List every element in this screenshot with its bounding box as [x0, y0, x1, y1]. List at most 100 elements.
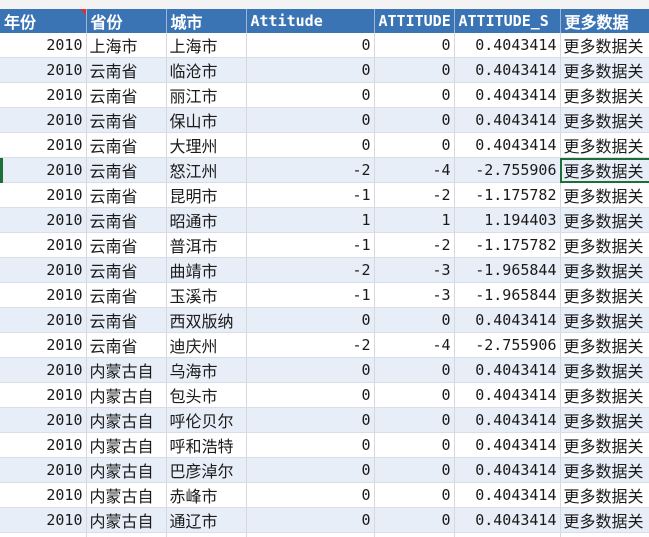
cell-more-data[interactable]: 更多数据关: [560, 382, 649, 408]
cell-attitude-upper[interactable]: 0: [374, 507, 455, 533]
cell-attitude-s[interactable]: -1.175782: [454, 182, 561, 208]
cell-province[interactable]: 上海市: [86, 33, 167, 58]
cell-city[interactable]: 通辽市: [166, 507, 247, 533]
cell-attitude[interactable]: 0: [246, 357, 375, 383]
cell-province[interactable]: 内蒙古自: [86, 357, 167, 383]
cell-city[interactable]: 迪庆州: [166, 332, 247, 358]
cell-attitude[interactable]: 0: [246, 407, 375, 433]
cell-more-data[interactable]: 更多数据关: [560, 332, 649, 358]
table-row[interactable]: 2010 内蒙古自 巴彦淖尔 0 0 0.4043414 更多数据关: [0, 457, 649, 483]
table-row[interactable]: 2010 云南省 西双版纳 0 0 0.4043414 更多数据关: [0, 307, 649, 333]
column-header-province[interactable]: 省份: [86, 9, 167, 33]
cell-attitude-s[interactable]: 0.4043414: [454, 107, 561, 133]
cell-year[interactable]: 2010: [0, 282, 87, 308]
cell-province[interactable]: 云南省: [86, 232, 167, 258]
cell-attitude[interactable]: 1: [246, 207, 375, 233]
table-row[interactable]: 2010 云南省 迪庆州 -2 -4 -2.755906 更多数据关: [0, 332, 649, 358]
cell-attitude[interactable]: -1: [246, 232, 375, 258]
cell-year[interactable]: 2010: [0, 82, 87, 108]
column-header-more-data[interactable]: 更多数据: [560, 9, 649, 33]
cell-city[interactable]: 大理州: [166, 132, 247, 158]
cell-attitude-upper[interactable]: 0: [374, 357, 455, 383]
cell-province[interactable]: 云南省: [86, 282, 167, 308]
cell-more-data[interactable]: 更多数据关: [560, 482, 649, 508]
cell-province[interactable]: 云南省: [86, 132, 167, 158]
cell-city[interactable]: 赤峰市: [166, 482, 247, 508]
cell-more-data[interactable]: 更多数据关: [560, 257, 649, 283]
table-row[interactable]: 2010 上海市 上海市 0 0 0.4043414 更多数据关: [0, 33, 649, 58]
cell-attitude-upper[interactable]: 0: [374, 57, 455, 83]
cell-attitude-s[interactable]: 0.4043414: [454, 457, 561, 483]
cell-city[interactable]: 怒江州: [166, 157, 247, 183]
cell-province[interactable]: 内蒙古自: [86, 507, 167, 533]
cell-year[interactable]: 2010: [0, 33, 87, 58]
cell-attitude-upper[interactable]: 1: [374, 207, 455, 233]
cell-attitude-upper[interactable]: -4: [374, 157, 455, 183]
column-header-year[interactable]: 年份: [0, 9, 87, 33]
cell-attitude-s[interactable]: 0.4043414: [454, 82, 561, 108]
cell-attitude-s[interactable]: 0.4043414: [454, 307, 561, 333]
cell-province[interactable]: 内蒙古自: [86, 407, 167, 433]
cell-attitude-upper[interactable]: 0: [374, 33, 455, 58]
cell-attitude-s[interactable]: 0.4043414: [454, 33, 561, 58]
cell-province[interactable]: 云南省: [86, 157, 167, 183]
cell-attitude[interactable]: -1: [246, 182, 375, 208]
cell-city[interactable]: 鄂尔多斯: [166, 532, 247, 537]
table-row[interactable]: 2010 云南省 曲靖市 -2 -3 -1.965844 更多数据关: [0, 257, 649, 283]
cell-attitude[interactable]: 0: [246, 482, 375, 508]
cell-city[interactable]: 丽江市: [166, 82, 247, 108]
cell-attitude-s[interactable]: -1.175782: [454, 232, 561, 258]
cell-attitude-upper[interactable]: -3: [374, 257, 455, 283]
cell-year[interactable]: 2010: [0, 457, 87, 483]
cell-year[interactable]: 2010: [0, 432, 87, 458]
cell-attitude[interactable]: 0: [246, 307, 375, 333]
cell-province[interactable]: 云南省: [86, 332, 167, 358]
cell-more-data[interactable]: 更多数据关: [560, 132, 649, 158]
cell-attitude[interactable]: 0: [246, 507, 375, 533]
cell-province[interactable]: 内蒙古自: [86, 382, 167, 408]
cell-attitude[interactable]: -1: [246, 282, 375, 308]
cell-year[interactable]: 2010: [0, 132, 87, 158]
table-row[interactable]: 2010 云南省 普洱市 -1 -2 -1.175782 更多数据关: [0, 232, 649, 258]
cell-city[interactable]: 玉溪市: [166, 282, 247, 308]
table-row[interactable]: 2010 云南省 昆明市 -1 -2 -1.175782 更多数据关: [0, 182, 649, 208]
cell-attitude-s[interactable]: 0.4043414: [454, 532, 561, 537]
cell-city[interactable]: 普洱市: [166, 232, 247, 258]
cell-more-data[interactable]: 更多数据关: [560, 57, 649, 83]
cell-attitude[interactable]: -2: [246, 332, 375, 358]
cell-attitude-s[interactable]: 0.4043414: [454, 57, 561, 83]
cell-year[interactable]: 2010: [0, 482, 87, 508]
cell-more-data[interactable]: 更多数据关: [560, 157, 649, 183]
cell-attitude[interactable]: 0: [246, 132, 375, 158]
cell-province[interactable]: 内蒙古自: [86, 482, 167, 508]
cell-province[interactable]: 云南省: [86, 107, 167, 133]
cell-more-data[interactable]: 更多数据关: [560, 107, 649, 133]
cell-attitude-s[interactable]: 0.4043414: [454, 357, 561, 383]
cell-attitude[interactable]: 0: [246, 107, 375, 133]
table-row[interactable]: 2010 云南省 保山市 0 0 0.4043414 更多数据关: [0, 107, 649, 133]
cell-city[interactable]: 乌海市: [166, 357, 247, 383]
cell-city[interactable]: 西双版纳: [166, 307, 247, 333]
cell-city[interactable]: 上海市: [166, 33, 247, 58]
cell-attitude-upper[interactable]: -2: [374, 232, 455, 258]
cell-more-data[interactable]: 更多数据关: [560, 407, 649, 433]
cell-more-data[interactable]: 更多数据关: [560, 232, 649, 258]
cell-province[interactable]: 云南省: [86, 307, 167, 333]
cell-attitude[interactable]: 0: [246, 33, 375, 58]
cell-province[interactable]: 内蒙古自: [86, 532, 167, 537]
cell-province[interactable]: 云南省: [86, 57, 167, 83]
cell-attitude-s[interactable]: 0.4043414: [454, 407, 561, 433]
table-row[interactable]: 2010 云南省 玉溪市 -1 -3 -1.965844 更多数据关: [0, 282, 649, 308]
cell-attitude-s[interactable]: -1.965844: [454, 257, 561, 283]
cell-more-data[interactable]: 更多数据关: [560, 82, 649, 108]
table-row[interactable]: 2010 云南省 临沧市 0 0 0.4043414 更多数据关: [0, 57, 649, 83]
cell-attitude-s[interactable]: -1.965844: [454, 282, 561, 308]
cell-city[interactable]: 保山市: [166, 107, 247, 133]
cell-attitude-upper[interactable]: -2: [374, 182, 455, 208]
column-header-attitude[interactable]: Attitude: [246, 9, 375, 33]
cell-city[interactable]: 呼伦贝尔: [166, 407, 247, 433]
table-row[interactable]: 2010 云南省 怒江州 -2 -4 -2.755906 更多数据关: [0, 157, 649, 183]
cell-year[interactable]: 2010: [0, 207, 87, 233]
cell-more-data[interactable]: 更多数据关: [560, 33, 649, 58]
cell-province[interactable]: 云南省: [86, 82, 167, 108]
